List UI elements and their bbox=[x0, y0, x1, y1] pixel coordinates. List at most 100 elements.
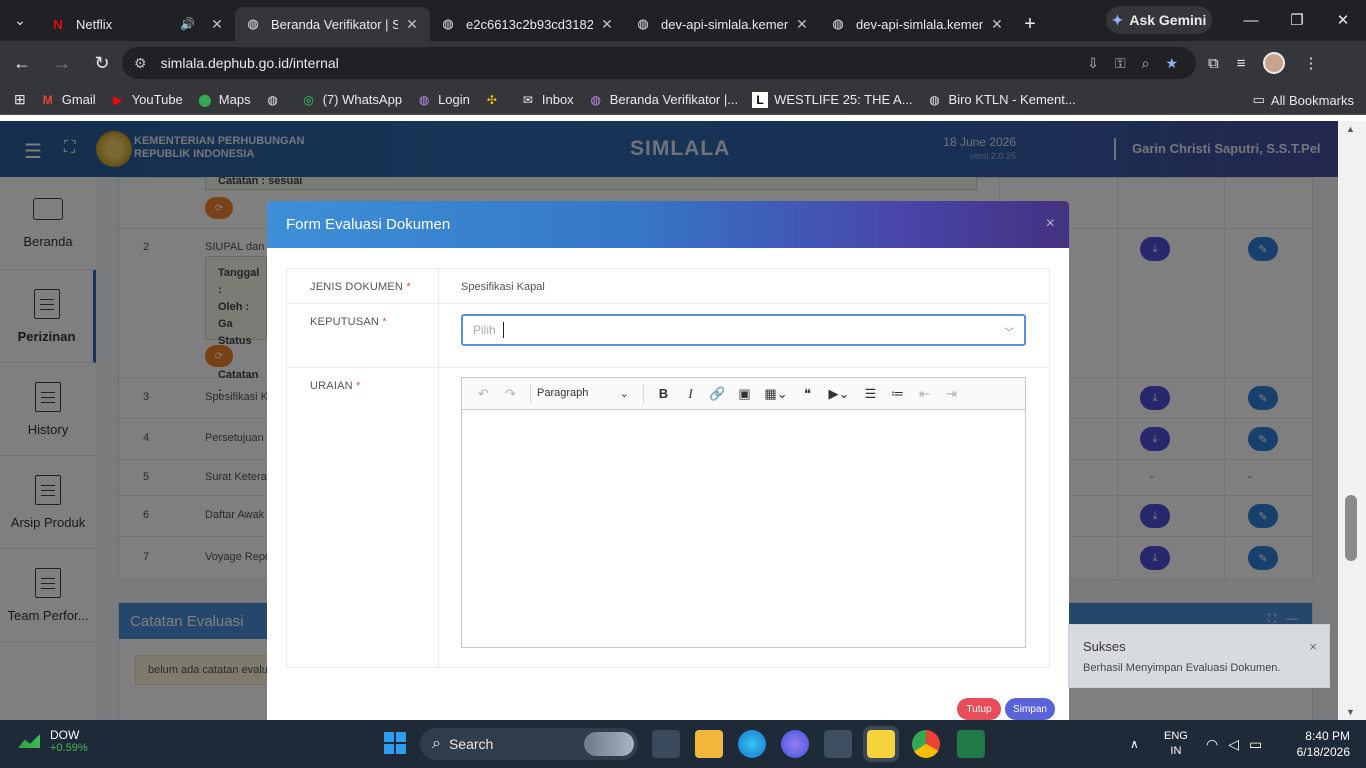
profile-avatar[interactable] bbox=[1263, 52, 1286, 74]
globe-icon: ◍ bbox=[247, 16, 259, 31]
italic-icon[interactable]: I bbox=[677, 386, 704, 402]
jenis-dokumen-value: Spesifikasi Kapal bbox=[461, 281, 545, 293]
globe-icon: ◍ bbox=[418, 92, 430, 107]
toast-message: Berhasil Menyimpan Evaluasi Dokumen. bbox=[1083, 662, 1281, 674]
numbered-list-icon[interactable]: ≔ bbox=[884, 386, 911, 402]
undo-icon[interactable]: ↶ bbox=[470, 386, 497, 402]
show-hidden-icons[interactable]: ∧ bbox=[1130, 720, 1139, 768]
ask-gemini-button[interactable]: ✦ Ask Gemini bbox=[1106, 6, 1212, 34]
bookmark-whatsapp[interactable]: ◎ (7) WhatsApp bbox=[301, 92, 402, 108]
paragraph-dropdown[interactable]: Paragraph ⌄ bbox=[537, 387, 637, 400]
scrollbar-thumb[interactable] bbox=[1345, 495, 1357, 561]
bookmark-star-icon[interactable]: ★ bbox=[1165, 55, 1178, 72]
install-app-icon[interactable]: ⇩ bbox=[1087, 55, 1099, 72]
page-scrollbar[interactable]: ▲ ▼ bbox=[1338, 121, 1366, 720]
bookmark-globe[interactable]: ◍ bbox=[265, 92, 287, 108]
excel-icon[interactable] bbox=[957, 730, 985, 758]
bookmark-inbox[interactable]: ✉ Inbox bbox=[520, 92, 574, 108]
edge-icon[interactable] bbox=[738, 730, 766, 758]
keputusan-select[interactable]: Pilih ﹀ bbox=[461, 314, 1026, 346]
tab-beranda-verifikator[interactable]: ◍ Beranda Verifikator | Si ✕ bbox=[235, 7, 430, 41]
chevron-down-icon: ﹀ bbox=[1004, 328, 1014, 339]
maps-icon: ⬤ bbox=[198, 92, 212, 107]
all-bookmarks[interactable]: ▭ All Bookmarks bbox=[1253, 85, 1354, 115]
battery-icon: ▭ bbox=[1249, 735, 1263, 752]
tutup-button[interactable]: Tutup bbox=[957, 698, 1001, 720]
file-explorer-icon[interactable] bbox=[695, 730, 723, 758]
menu-icon[interactable]: ⋮ bbox=[1303, 54, 1318, 72]
bulleted-list-icon[interactable]: ☰ bbox=[857, 386, 884, 402]
globe-icon: ◍ bbox=[590, 92, 601, 107]
bookmark-login[interactable]: ◍ Login bbox=[416, 92, 470, 108]
close-tab-icon[interactable]: ✕ bbox=[794, 16, 810, 33]
form-row-jenis: JENIS DOKUMEN * Spesifikasi Kapal bbox=[287, 269, 1049, 304]
chrome-icon[interactable] bbox=[912, 730, 940, 758]
bookmark-gmail[interactable]: M Gmail bbox=[40, 92, 96, 108]
close-icon[interactable]: × bbox=[1046, 215, 1055, 233]
netflix-icon: N bbox=[53, 16, 63, 32]
media-embed-icon[interactable]: ▶⌄ bbox=[821, 386, 857, 402]
tab-dev-api-1[interactable]: ◍ dev-api-simlala.kemenh ✕ bbox=[625, 7, 820, 41]
site-info-icon[interactable]: ⚙ bbox=[134, 55, 147, 72]
minimize-icon[interactable]: — bbox=[1228, 0, 1274, 40]
bookmark-icon: L bbox=[752, 91, 769, 108]
search-highlight-image bbox=[584, 732, 634, 756]
windows-start-icon[interactable] bbox=[384, 732, 406, 754]
bookmark-pinwheel[interactable]: ✣ bbox=[484, 92, 506, 108]
windows-taskbar: DOW +0.59% ⌕ Search ∧ ENG IN ◠ ◁ ▭ 8:40 … bbox=[0, 720, 1366, 768]
scroll-down-icon[interactable]: ▼ bbox=[1346, 707, 1355, 717]
table-icon[interactable]: ▦⌄ bbox=[758, 386, 794, 402]
back-button[interactable]: ← bbox=[4, 45, 40, 81]
media-control-icon[interactable]: ≡ bbox=[1237, 55, 1246, 72]
browser-toolbar: ← → ↻ ⚙ simlala.dephub.go.id/internal ⇩ … bbox=[0, 41, 1366, 85]
forward-button[interactable]: → bbox=[44, 45, 80, 81]
bold-icon[interactable]: B bbox=[650, 386, 677, 401]
close-icon[interactable]: × bbox=[1309, 639, 1317, 654]
close-tab-icon[interactable]: ✕ bbox=[599, 16, 615, 33]
tab-hash[interactable]: ◍ e2c6613c2b93cd31826 ✕ bbox=[430, 7, 625, 41]
close-window-icon[interactable]: ✕ bbox=[1320, 0, 1366, 40]
bookmark-maps[interactable]: ⬤ Maps bbox=[197, 92, 251, 108]
gemini-icon: ✦ bbox=[1111, 11, 1124, 28]
new-tab-button[interactable]: + bbox=[1015, 7, 1045, 41]
redo-icon[interactable]: ↷ bbox=[497, 386, 524, 402]
outdent-icon[interactable]: ⇤ bbox=[911, 386, 938, 402]
extensions-icon[interactable]: ⧉ bbox=[1208, 55, 1219, 72]
close-tab-icon[interactable]: ✕ bbox=[404, 16, 420, 33]
task-view-icon[interactable] bbox=[652, 730, 680, 758]
taskbar-clock[interactable]: 8:40 PM 6/18/2026 bbox=[1297, 728, 1350, 760]
copilot-icon[interactable] bbox=[781, 730, 809, 758]
scroll-up-icon[interactable]: ▲ bbox=[1346, 124, 1355, 134]
taskbar-search[interactable]: ⌕ Search bbox=[420, 728, 638, 760]
stock-chart-icon bbox=[18, 734, 40, 748]
indent-icon[interactable]: ⇥ bbox=[938, 386, 965, 402]
editor-content-area[interactable] bbox=[462, 410, 1025, 647]
link-icon[interactable]: 🔗 bbox=[704, 386, 731, 402]
close-tab-icon[interactable]: ✕ bbox=[989, 16, 1005, 33]
bookmark-beranda[interactable]: ◍ Beranda Verifikator |... bbox=[588, 92, 738, 108]
bookmark-youtube[interactable]: ▶ YouTube bbox=[110, 92, 183, 108]
zoom-icon[interactable]: ⌕ bbox=[1142, 55, 1150, 72]
apps-icon[interactable]: ⊞ bbox=[14, 91, 26, 108]
insert-image-icon[interactable]: ▣ bbox=[731, 386, 758, 402]
tab-search-icon[interactable]: ⌄ bbox=[0, 0, 40, 41]
close-tab-icon[interactable]: ✕ bbox=[209, 16, 225, 33]
bookmark-westlife[interactable]: L WESTLIFE 25: THE A... bbox=[752, 91, 913, 108]
stock-widget[interactable]: DOW +0.59% bbox=[18, 728, 88, 754]
speaker-icon[interactable]: 🔊 bbox=[180, 17, 195, 31]
password-key-icon[interactable]: ⚿ bbox=[1115, 55, 1126, 72]
system-tray[interactable]: ◠ ◁ ▭ bbox=[1206, 720, 1262, 768]
maximize-icon[interactable]: ❐ bbox=[1274, 0, 1320, 40]
camera-icon[interactable] bbox=[824, 730, 852, 758]
globe-icon: ◍ bbox=[637, 16, 649, 31]
tab-dev-api-2[interactable]: ◍ dev-api-simlala.kemenh ✕ bbox=[820, 7, 1015, 41]
simpan-button[interactable]: Simpan bbox=[1005, 698, 1055, 720]
sticky-notes-icon[interactable] bbox=[863, 726, 899, 762]
reload-button[interactable]: ↻ bbox=[84, 45, 120, 81]
tab-netflix[interactable]: N Netflix 🔊 ✕ bbox=[40, 7, 235, 41]
modal-title: Form Evaluasi Dokumen bbox=[286, 216, 451, 233]
address-bar[interactable]: ⚙ simlala.dephub.go.id/internal ⇩ ⚿ ⌕ ★ bbox=[122, 47, 1196, 79]
language-indicator[interactable]: ENG IN bbox=[1164, 720, 1188, 768]
blockquote-icon[interactable]: ❝ bbox=[794, 386, 821, 402]
bookmark-biro-ktln[interactable]: ◍ Biro KTLN - Kement... bbox=[927, 92, 1075, 108]
